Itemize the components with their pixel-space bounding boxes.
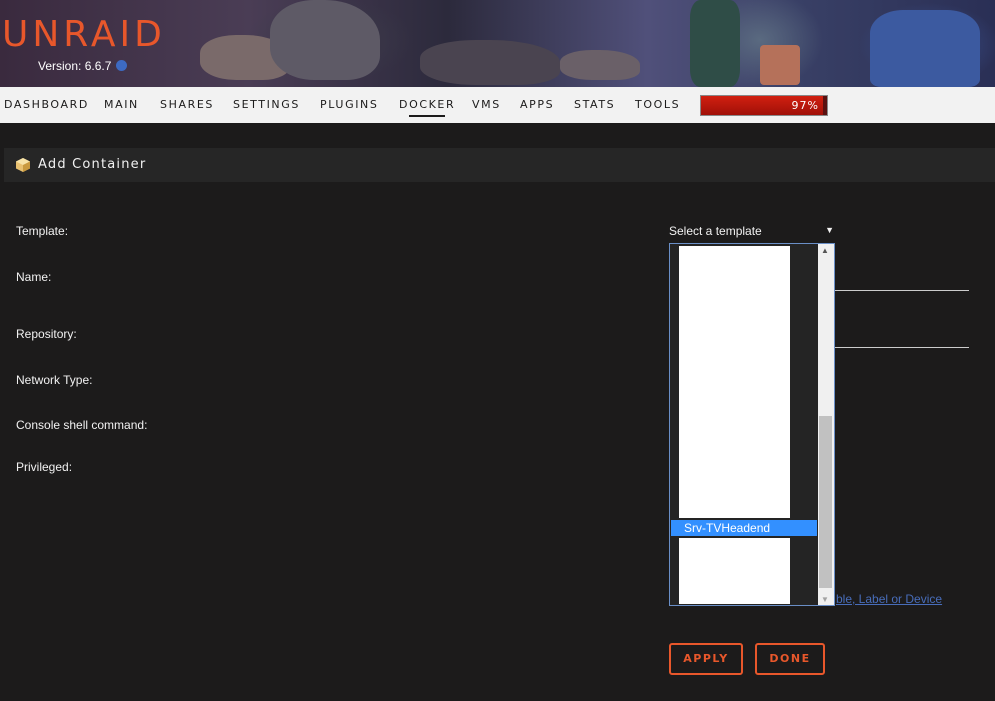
dropdown-option-selected[interactable]: Srv-TVHeadend <box>671 520 817 536</box>
network-type-label: Network Type: <box>16 373 93 387</box>
header-banner: UNRAID Version: 6.6.7 <box>0 0 995 87</box>
name-label: Name: <box>16 270 52 284</box>
template-select-value: Select a template <box>669 224 762 238</box>
nav-vms[interactable]: VMS <box>472 98 501 111</box>
template-select[interactable]: Select a template ▼ <box>669 223 835 243</box>
nav-dashboard[interactable]: DASHBOARD <box>4 98 89 111</box>
unraid-logo[interactable]: UNRAID <box>2 14 166 55</box>
section-title-bar: Add Container <box>4 148 995 182</box>
template-dropdown-list[interactable]: Srv-TVHeadend ▲ ▼ <box>669 243 835 606</box>
nav-tools[interactable]: TOOLS <box>635 98 680 111</box>
banner-artwork-rocks <box>420 40 560 85</box>
scroll-up-icon[interactable]: ▲ <box>821 246 829 255</box>
privileged-label: Privileged: <box>16 460 73 474</box>
add-path-port-variable-link[interactable]: ble, Label or Device <box>836 592 942 606</box>
banner-artwork-rocks-2 <box>560 50 640 80</box>
main-nav: DASHBOARD MAIN SHARES SETTINGS PLUGINS D… <box>0 87 995 123</box>
nav-settings[interactable]: SETTINGS <box>233 98 300 111</box>
banner-artwork-tower <box>690 0 740 87</box>
dropdown-option-group[interactable] <box>679 246 790 518</box>
banner-artwork-castle <box>270 0 380 80</box>
console-shell-label: Console shell command: <box>16 418 148 432</box>
apply-button[interactable]: APPLY <box>669 643 743 675</box>
page-title: Add Container <box>38 157 147 172</box>
scroll-down-icon[interactable]: ▼ <box>821 595 829 604</box>
template-label: Template: <box>16 224 69 238</box>
repository-label: Repository: <box>16 327 77 341</box>
banner-artwork-creature <box>870 10 980 87</box>
usage-percent: 97% <box>791 99 819 112</box>
done-button[interactable]: DONE <box>755 643 825 675</box>
nav-apps[interactable]: APPS <box>520 98 554 111</box>
scrollbar-thumb[interactable] <box>819 416 832 588</box>
dropdown-scrollbar[interactable]: ▲ ▼ <box>818 244 834 605</box>
nav-plugins[interactable]: PLUGINS <box>320 98 378 111</box>
version-text: Version: 6.6.7 <box>38 59 112 73</box>
nav-stats[interactable]: STATS <box>574 98 615 111</box>
nav-docker[interactable]: DOCKER <box>399 98 455 117</box>
container-box-icon <box>16 158 30 172</box>
nav-shares[interactable]: SHARES <box>160 98 214 111</box>
dropdown-option-group[interactable] <box>679 538 790 604</box>
chevron-down-icon: ▼ <box>825 225 834 235</box>
info-icon[interactable] <box>116 60 127 71</box>
system-usage-bar[interactable]: 97% <box>700 95 828 116</box>
nav-main[interactable]: MAIN <box>104 98 139 111</box>
banner-artwork-figure <box>760 45 800 85</box>
